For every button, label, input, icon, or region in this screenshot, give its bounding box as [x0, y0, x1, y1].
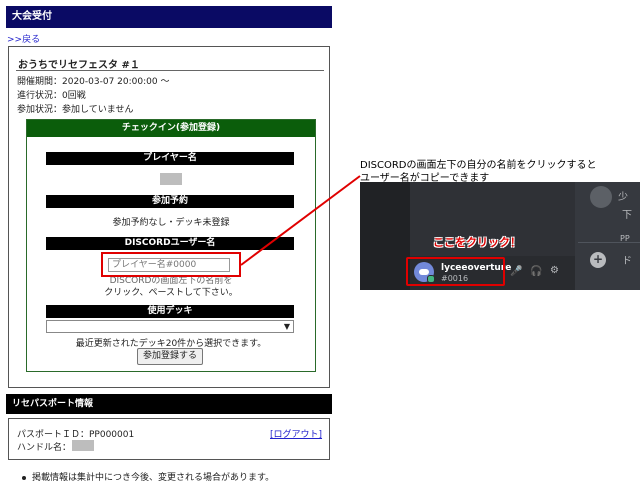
- logout-link[interactable]: [ログアウト]: [270, 427, 322, 440]
- back-link[interactable]: >>戻る: [7, 32, 40, 45]
- event-progress: 進行状況：0回戦: [17, 91, 86, 101]
- reservation-label: 参加予約: [46, 195, 294, 208]
- discord-user-highlight: [406, 257, 505, 286]
- event-title-divider: [16, 70, 324, 71]
- plus-icon: +: [590, 252, 606, 268]
- page-header: 大会受付: [6, 6, 332, 28]
- event-period: 開催期間：2020-03-07 20:00:00 ～: [17, 77, 170, 87]
- player-name-label: プレイヤー名: [46, 152, 294, 165]
- passport-id: パスポートＩＤ：PP000001: [17, 430, 135, 440]
- passport-header: リセパスポート情報: [6, 394, 332, 414]
- discord-divider: [578, 242, 640, 243]
- deck-select[interactable]: ▼: [46, 320, 294, 333]
- footnote-text: 掲載情報は集計中につき今後、変更される場合があります。: [32, 473, 275, 483]
- discord-server-list: [360, 182, 410, 290]
- click-here-label: ここをクリック！: [433, 236, 521, 249]
- player-name-value: [160, 173, 182, 185]
- gear-icon: ⚙: [550, 265, 559, 276]
- discord-input-highlight: [101, 252, 241, 277]
- register-button[interactable]: 参加登録する: [137, 348, 203, 365]
- deck-label: 使用デッキ: [46, 305, 294, 318]
- reservation-value: 参加予約なし・デッキ未登録: [112, 218, 230, 228]
- handle-name-label: ハンドル名：: [17, 443, 72, 453]
- event-participation: 参加状況：参加していません: [17, 105, 134, 115]
- discord-chat-glyph: 下: [622, 210, 632, 221]
- headphones-icon: 🎧: [530, 266, 543, 277]
- discord-chat-glyph: ド: [622, 256, 632, 267]
- discord-avatar-placeholder: [590, 186, 612, 208]
- microphone-icon: 🎤: [510, 266, 523, 277]
- handle-name-value: [72, 440, 94, 451]
- checkin-header: チェックイン(参加登録): [27, 120, 315, 137]
- footnote: 掲載情報は集計中につき今後、変更される場合があります。: [22, 470, 274, 483]
- bullet-icon: [22, 475, 26, 480]
- discord-username-label: DISCORDユーザー名: [46, 237, 294, 250]
- dropdown-arrow-icon: ▼: [283, 322, 290, 331]
- event-title: おうちでリセフェスタ #１: [18, 60, 140, 71]
- discord-help-line-2: クリック、ペーストして下さい。: [104, 288, 238, 298]
- discord-chat-glyph: 少: [618, 192, 628, 203]
